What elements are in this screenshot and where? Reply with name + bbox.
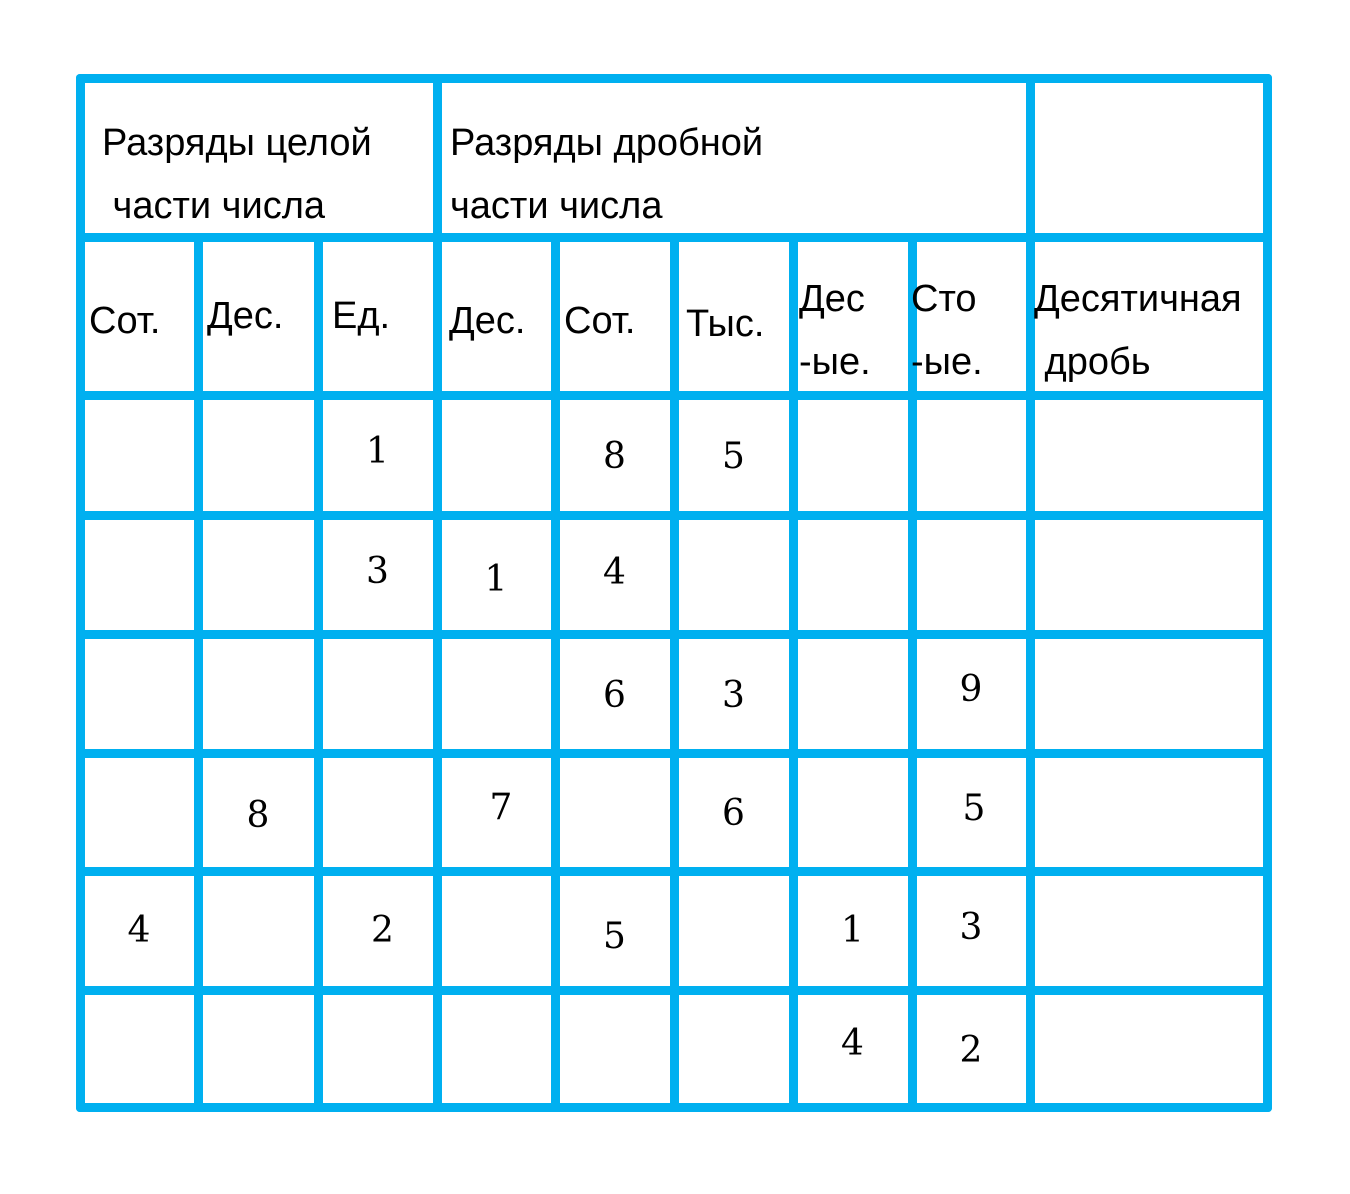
- column-header-line: Тыс.: [686, 303, 765, 345]
- column-header: Сот.: [89, 302, 161, 365]
- grid-line-vertical: [669, 232, 679, 1112]
- column-header-line: Сот.: [89, 300, 161, 342]
- column-header-line: Десятичная: [1034, 278, 1242, 320]
- table-cell-digit: 8: [246, 795, 270, 836]
- column-header: Сот.: [564, 302, 636, 365]
- table-cell-digit: 3: [959, 906, 983, 948]
- column-header: Дес.: [449, 302, 525, 365]
- column-header-line: Сто: [911, 278, 977, 320]
- grid-line-horizontal: [75, 73, 1272, 83]
- table-cell-digit: 8: [603, 436, 626, 477]
- column-header-line: Сот.: [564, 300, 636, 342]
- table-cell-digit: 6: [722, 793, 745, 834]
- column-header: Сто -ые.: [911, 280, 983, 406]
- table-cell-digit: 4: [603, 551, 626, 593]
- header-integer-part-line: части числа: [102, 185, 326, 227]
- table-cell-digit: 3: [722, 674, 745, 716]
- column-header-line: -ые.: [799, 341, 871, 383]
- table-cell-digit: 9: [959, 668, 983, 710]
- table-cell-digit: 7: [489, 787, 513, 828]
- grid-line-vertical: [193, 232, 203, 1112]
- header-fraction-part-line: Разряды дробной: [450, 122, 764, 164]
- grid-line-vertical: [788, 232, 798, 1112]
- table-cell-digit: 5: [962, 788, 986, 829]
- table-cell-digit: 6: [603, 674, 626, 716]
- column-header: Дес.: [207, 297, 283, 360]
- column-header-line: Дес.: [207, 295, 284, 337]
- column-header: Ед.: [332, 297, 390, 360]
- header-fraction-part: Разряды дробной части числа: [450, 124, 763, 250]
- table-cell-digit: 1: [841, 909, 864, 951]
- table-cell-digit: 4: [841, 1022, 864, 1064]
- header-integer-part: Разряды целой части числа: [102, 124, 372, 250]
- place-value-table: Разряды целой части числа Разряды дробной…: [0, 0, 1350, 1194]
- header-fraction-part-line: части числа: [450, 185, 663, 227]
- grid-line-vertical: [313, 232, 323, 1112]
- table-cell-digit: 5: [603, 915, 626, 957]
- column-header-line: Ед.: [332, 295, 391, 337]
- table-cell-digit: 2: [959, 1029, 983, 1071]
- grid-line-vertical: [75, 73, 85, 1112]
- grid-line-vertical: [1262, 73, 1272, 1112]
- table-cell-digit: 1: [484, 558, 508, 600]
- column-header: Дес -ые.: [799, 280, 871, 406]
- table-cell-digit: 3: [366, 550, 389, 592]
- table-cell-digit: 2: [371, 909, 394, 951]
- grid-line-vertical: [550, 232, 560, 1112]
- column-header-line: Дес: [799, 278, 865, 320]
- table-cell-digit: 4: [127, 909, 151, 951]
- table-cell-digit: 5: [722, 436, 745, 477]
- column-header: Тыс.: [686, 305, 764, 368]
- column-header-line: дробь: [1034, 341, 1151, 383]
- column-header: Десятичная дробь: [1034, 280, 1242, 406]
- grid-line-vertical: [432, 73, 442, 1112]
- column-header-line: -ые.: [911, 341, 983, 383]
- column-header-line: Дес.: [449, 300, 526, 342]
- grid-line-vertical: [1025, 73, 1035, 1112]
- header-integer-part-line: Разряды целой: [102, 122, 372, 164]
- table-cell-digit: 1: [366, 431, 389, 472]
